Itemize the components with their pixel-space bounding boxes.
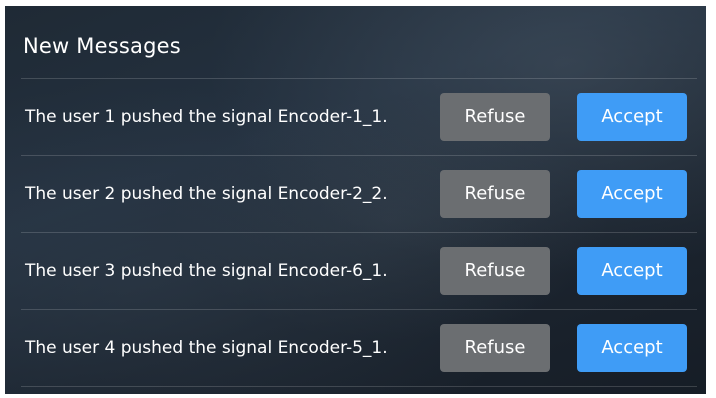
panel-title: New Messages: [23, 34, 181, 58]
message-text: The user 1 pushed the signal Encoder-1_1…: [25, 106, 388, 127]
refuse-button[interactable]: Refuse: [440, 92, 550, 141]
message-text: The user 2 pushed the signal Encoder-2_2…: [25, 183, 388, 204]
accept-button[interactable]: Accept: [577, 246, 687, 295]
refuse-button[interactable]: Refuse: [440, 246, 550, 295]
divider: [21, 386, 697, 387]
refuse-button[interactable]: Refuse: [440, 323, 550, 372]
refuse-button[interactable]: Refuse: [440, 169, 550, 218]
message-row: The user 3 pushed the signal Encoder-6_1…: [21, 233, 697, 308]
message-row: The user 4 pushed the signal Encoder-5_1…: [21, 310, 697, 385]
new-messages-panel: New Messages The user 1 pushed the signa…: [5, 6, 706, 394]
message-row: The user 2 pushed the signal Encoder-2_2…: [21, 156, 697, 231]
message-text: The user 3 pushed the signal Encoder-6_1…: [25, 260, 388, 281]
accept-button[interactable]: Accept: [577, 169, 687, 218]
message-row: The user 1 pushed the signal Encoder-1_1…: [21, 79, 697, 154]
accept-button[interactable]: Accept: [577, 323, 687, 372]
accept-button[interactable]: Accept: [577, 92, 687, 141]
message-text: The user 4 pushed the signal Encoder-5_1…: [25, 337, 388, 358]
